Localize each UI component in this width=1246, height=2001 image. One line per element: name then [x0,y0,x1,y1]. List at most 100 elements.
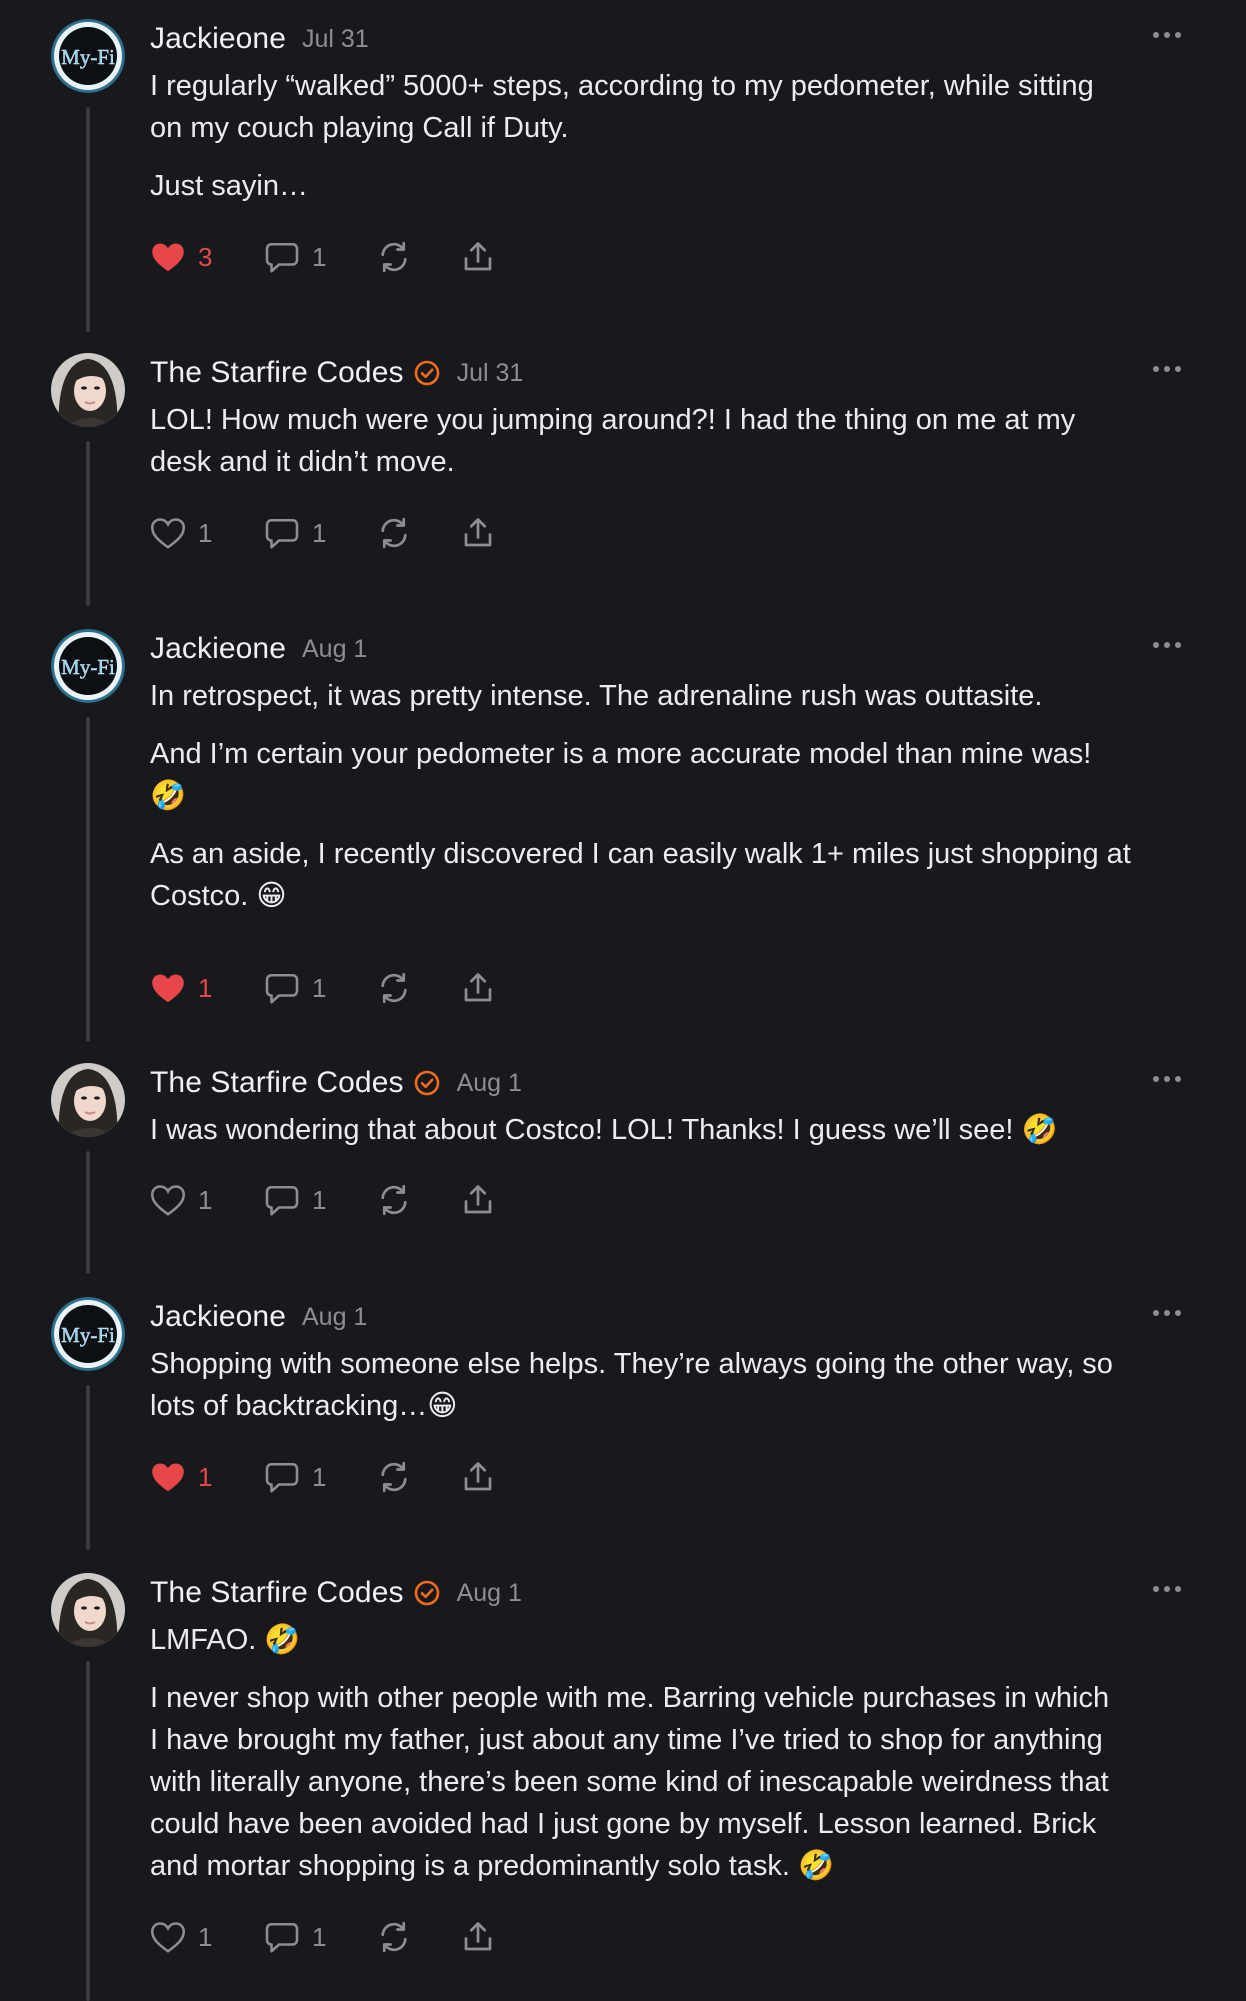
share-icon [464,973,492,1002]
comment-text: I have brought my father, just about any… [150,1724,1103,1756]
restack-button[interactable] [376,511,460,555]
comment-text: In retrospect, it was pretty intense. Th… [150,680,1043,712]
comment-thread: My-Fi Jackieone Jul 31 I regularly “walk… [0,0,1246,2001]
verified-badge-icon [414,1580,439,1606]
avatar[interactable]: My-Fi [51,1297,125,1371]
author-name[interactable]: Jackieone [150,22,286,56]
restack-icon [381,1184,407,1216]
share-button[interactable] [460,235,496,279]
author-name[interactable]: Jackieone [150,632,286,666]
comment-text: And I’m certain your pedometer is a more… [150,738,1092,770]
comment-header: The Starfire Codes Jul 31 [150,352,523,394]
more-options-icon[interactable] [1152,365,1182,373]
like-button[interactable]: 3 [150,235,264,279]
like-button[interactable]: 1 [150,966,264,1010]
avatar-text: My-Fi [61,45,115,69]
comment-body: LMFAO. 🤣 I never shop with other people … [150,1619,1190,1903]
reply-button[interactable]: 1 [264,1178,376,1222]
like-count: 1 [198,1184,213,1215]
comment-date[interactable]: Jul 31 [457,359,524,388]
comment-header: The Starfire Codes Aug 1 [150,1062,522,1104]
comment-actions: 1 1 [150,1455,496,1499]
comment-text: Costco. 😁 [150,880,287,912]
share-button[interactable] [460,1455,496,1499]
comment-header: The Starfire Codes Aug 1 [150,1572,522,1614]
thread-line [86,1151,90,1274]
comment-text: 🤣 [150,780,187,812]
more-options-icon[interactable] [1152,1585,1182,1593]
author-name[interactable]: Jackieone [150,1300,286,1334]
thread-line [86,107,90,332]
share-button[interactable] [460,1178,496,1222]
author-name[interactable]: The Starfire Codes [150,1576,404,1610]
comment-date[interactable]: Aug 1 [457,1069,522,1098]
comment-date[interactable]: Aug 1 [302,635,367,664]
comment-text: lots of backtracking…😁 [150,1390,458,1422]
comment-bubble-icon [265,518,299,549]
like-button[interactable]: 1 [150,1178,264,1222]
thread-line [86,717,90,1042]
like-button[interactable]: 1 [150,1455,264,1499]
reply-button[interactable]: 1 [264,511,376,555]
reply-count: 1 [312,1921,327,1952]
restack-button[interactable] [376,1915,460,1959]
reply-count: 1 [312,972,327,1003]
avatar-text: My-Fi [61,655,115,679]
more-options-icon[interactable] [1152,641,1182,649]
like-button[interactable]: 1 [150,1915,264,1959]
like-button[interactable]: 1 [150,511,264,555]
comment-text: and mortar shopping is a predominantly s… [150,1850,835,1882]
heart-outline-icon [150,1922,186,1953]
author-name[interactable]: The Starfire Codes [150,356,404,390]
avatar[interactable]: My-Fi [51,19,125,93]
like-count: 3 [198,241,213,272]
restack-button[interactable] [376,966,460,1010]
reply-button[interactable]: 1 [264,235,376,279]
reply-count: 1 [312,241,327,272]
avatar[interactable]: My-Fi [51,629,125,703]
more-options-icon[interactable] [1152,1075,1182,1083]
comment-date[interactable]: Jul 31 [302,25,369,54]
avatar-text: My-Fi [61,1323,115,1347]
comment-body: I regularly “walked” 5000+ steps, accord… [150,65,1190,223]
restack-button[interactable] [376,1455,460,1499]
more-options-icon[interactable] [1152,31,1182,39]
like-count: 1 [198,1921,213,1952]
share-icon [464,242,492,271]
comment-actions: 1 1 [150,1915,496,1959]
comment-actions: 1 1 [150,966,496,1010]
reply-button[interactable]: 1 [264,966,376,1010]
share-icon [464,1185,492,1214]
thread-line [86,441,90,606]
restack-icon [381,241,407,273]
reply-button[interactable]: 1 [264,1455,376,1499]
avatar[interactable] [51,1573,125,1647]
comment-bubble-icon [265,1185,299,1216]
author-name[interactable]: The Starfire Codes [150,1066,404,1100]
comment-text: could have been avoided had I just gone … [150,1808,1097,1840]
like-count: 1 [198,1461,213,1492]
like-count: 1 [198,517,213,548]
restack-icon [381,517,407,549]
avatar[interactable] [51,353,125,427]
comment-text: desk and it didn’t move. [150,446,455,478]
thread-line [86,1661,90,2001]
comment-bubble-icon [265,1922,299,1953]
heart-filled-icon [152,974,184,1003]
comment-text: with literally anyone, there’s been some… [150,1766,1109,1798]
comment-text: As an aside, I recently discovered I can… [150,838,1131,870]
comment-header: Jackieone Jul 31 [150,18,369,60]
restack-button[interactable] [376,235,460,279]
more-options-icon[interactable] [1152,1309,1182,1317]
share-button[interactable] [460,511,496,555]
reply-button[interactable]: 1 [264,1915,376,1959]
restack-button[interactable] [376,1178,460,1222]
share-button[interactable] [460,966,496,1010]
comment-date[interactable]: Aug 1 [302,1303,367,1332]
avatar[interactable] [51,1063,125,1137]
comment-body: In retrospect, it was pretty intense. Th… [150,675,1190,933]
comment-body: LOL! How much were you jumping around?! … [150,399,1190,499]
comment-date[interactable]: Aug 1 [457,1579,522,1608]
comment-header: Jackieone Aug 1 [150,1296,367,1338]
share-button[interactable] [460,1915,496,1959]
